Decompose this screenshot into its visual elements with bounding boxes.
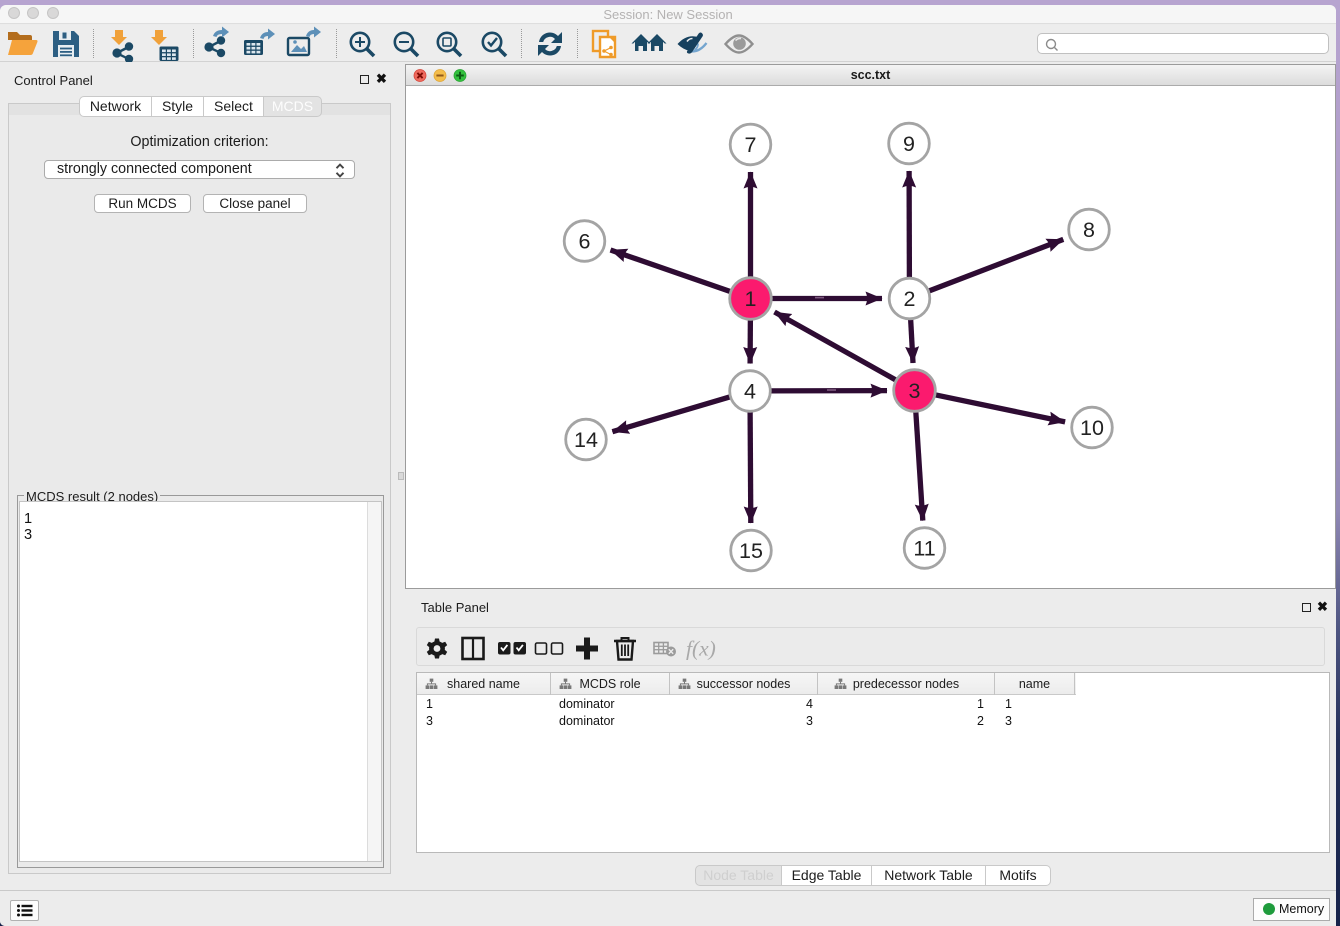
svg-text:7: 7 [745, 133, 757, 157]
svg-text:1: 1 [745, 287, 757, 311]
svg-text:8: 8 [1083, 218, 1095, 242]
svg-text:f(x): f(x) [686, 637, 716, 661]
svg-text:6: 6 [579, 230, 591, 254]
svg-text:10: 10 [1080, 416, 1104, 440]
svg-text:3: 3 [909, 379, 921, 403]
svg-text:4: 4 [744, 380, 756, 404]
svg-text:9: 9 [903, 132, 915, 156]
svg-text:11: 11 [913, 537, 935, 561]
svg-text:14: 14 [574, 428, 598, 452]
svg-text:15: 15 [739, 539, 763, 563]
svg-text:2: 2 [904, 287, 916, 311]
